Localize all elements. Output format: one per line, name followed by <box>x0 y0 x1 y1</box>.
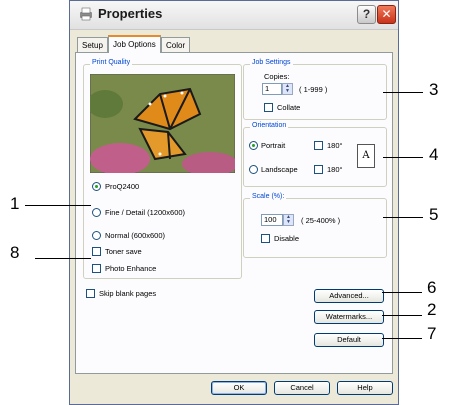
callout-8: 8 <box>10 243 20 262</box>
printer-icon <box>80 7 92 21</box>
callout-8-line <box>35 258 91 259</box>
portrait-radio[interactable] <box>249 141 258 150</box>
photo-enhance-label: Photo Enhance <box>105 264 157 273</box>
orientation-title: Orientation <box>250 122 289 129</box>
callout-7-line <box>382 338 422 339</box>
landscape-180-label: 180° <box>327 165 343 174</box>
watermarks-button[interactable]: Watermarks... <box>314 310 384 324</box>
disable-scale-label: Disable <box>274 234 300 243</box>
proq2400-radio[interactable] <box>92 182 101 191</box>
job-settings-title: Job Settings <box>250 59 293 66</box>
tab-job-options[interactable]: Job Options <box>108 35 161 53</box>
landscape-label: Landscape <box>261 165 298 174</box>
fine-detail-label: Fine / Detail (1200x600) <box>105 208 186 217</box>
toner-save-label: Toner save <box>105 247 142 256</box>
disable-scale-checkbox[interactable] <box>261 234 270 243</box>
callout-3: 3 <box>429 80 439 99</box>
tab-panel: Print Quality ProQ2400 Fine / Detail (12… <box>75 52 393 374</box>
callout-1: 1 <box>10 194 20 213</box>
collate-checkbox[interactable] <box>264 103 273 112</box>
scale-range: ( 25-400% ) <box>301 216 341 225</box>
scale-title: Scale (%): <box>250 193 287 200</box>
copies-range: ( 1-999 ) <box>299 85 328 94</box>
skip-blank-pages-checkbox[interactable] <box>86 289 95 298</box>
scale-group: Scale (%): 100 ▲ ▼ ( 25-400% ) Disable <box>243 193 387 258</box>
normal-label: Normal (600x600) <box>105 231 166 240</box>
collate-label: Collate <box>277 103 301 112</box>
copies-label: Copies: <box>264 72 290 81</box>
scale-input[interactable]: 100 <box>261 214 283 226</box>
page-orientation-icon: A <box>357 144 375 168</box>
cancel-button[interactable]: Cancel <box>274 381 330 395</box>
scale-spinner[interactable]: ▲ ▼ <box>283 214 294 226</box>
advanced-button[interactable]: Advanced... <box>314 289 384 303</box>
callout-7: 7 <box>427 324 437 343</box>
photo-enhance-checkbox[interactable] <box>92 264 101 273</box>
tab-setup[interactable]: Setup <box>77 37 108 52</box>
portrait-180-label: 180° <box>327 141 343 150</box>
callout-6-line <box>382 292 422 293</box>
job-settings-group: Job Settings Copies: 1 ▲ ▼ ( 1-999 ) Coll… <box>243 59 387 120</box>
portrait-180-checkbox[interactable] <box>314 141 323 150</box>
landscape-180-checkbox[interactable] <box>314 165 323 174</box>
callout-2-line <box>382 315 422 316</box>
window-title: Properties <box>98 6 163 21</box>
callout-1-line <box>25 205 91 206</box>
print-quality-group: Print Quality ProQ2400 Fine / Detail (12… <box>83 59 242 279</box>
title-bar: Properties ? ✕ <box>70 1 398 30</box>
callout-4: 4 <box>429 145 439 164</box>
print-quality-title: Print Quality <box>90 59 133 66</box>
ok-button[interactable]: OK <box>211 381 267 395</box>
callout-6: 6 <box>427 278 437 297</box>
copies-input[interactable]: 1 <box>262 83 282 95</box>
orientation-group: Orientation Portrait 180° Landscape 180°… <box>243 122 387 187</box>
properties-dialog: Properties ? ✕ Setup Job Options Color P… <box>69 0 399 405</box>
skip-blank-pages-label: Skip blank pages <box>99 289 157 298</box>
help-button[interactable]: ? <box>357 5 376 24</box>
callout-5-line <box>383 217 423 218</box>
callout-4-line <box>383 157 423 158</box>
tab-color[interactable]: Color <box>161 37 191 52</box>
callout-5: 5 <box>429 205 439 224</box>
callout-2: 2 <box>427 300 437 319</box>
default-button[interactable]: Default <box>314 333 384 347</box>
normal-radio[interactable] <box>92 231 101 240</box>
callout-3-line <box>383 92 423 93</box>
copies-spinner[interactable]: ▲ ▼ <box>282 83 293 95</box>
landscape-radio[interactable] <box>249 165 258 174</box>
close-button[interactable]: ✕ <box>377 5 396 24</box>
fine-detail-radio[interactable] <box>92 208 101 217</box>
print-quality-preview-image <box>90 74 235 173</box>
help-dialog-button[interactable]: Help <box>337 381 393 395</box>
toner-save-checkbox[interactable] <box>92 247 101 256</box>
portrait-label: Portrait <box>261 141 286 150</box>
proq2400-label: ProQ2400 <box>105 182 140 191</box>
